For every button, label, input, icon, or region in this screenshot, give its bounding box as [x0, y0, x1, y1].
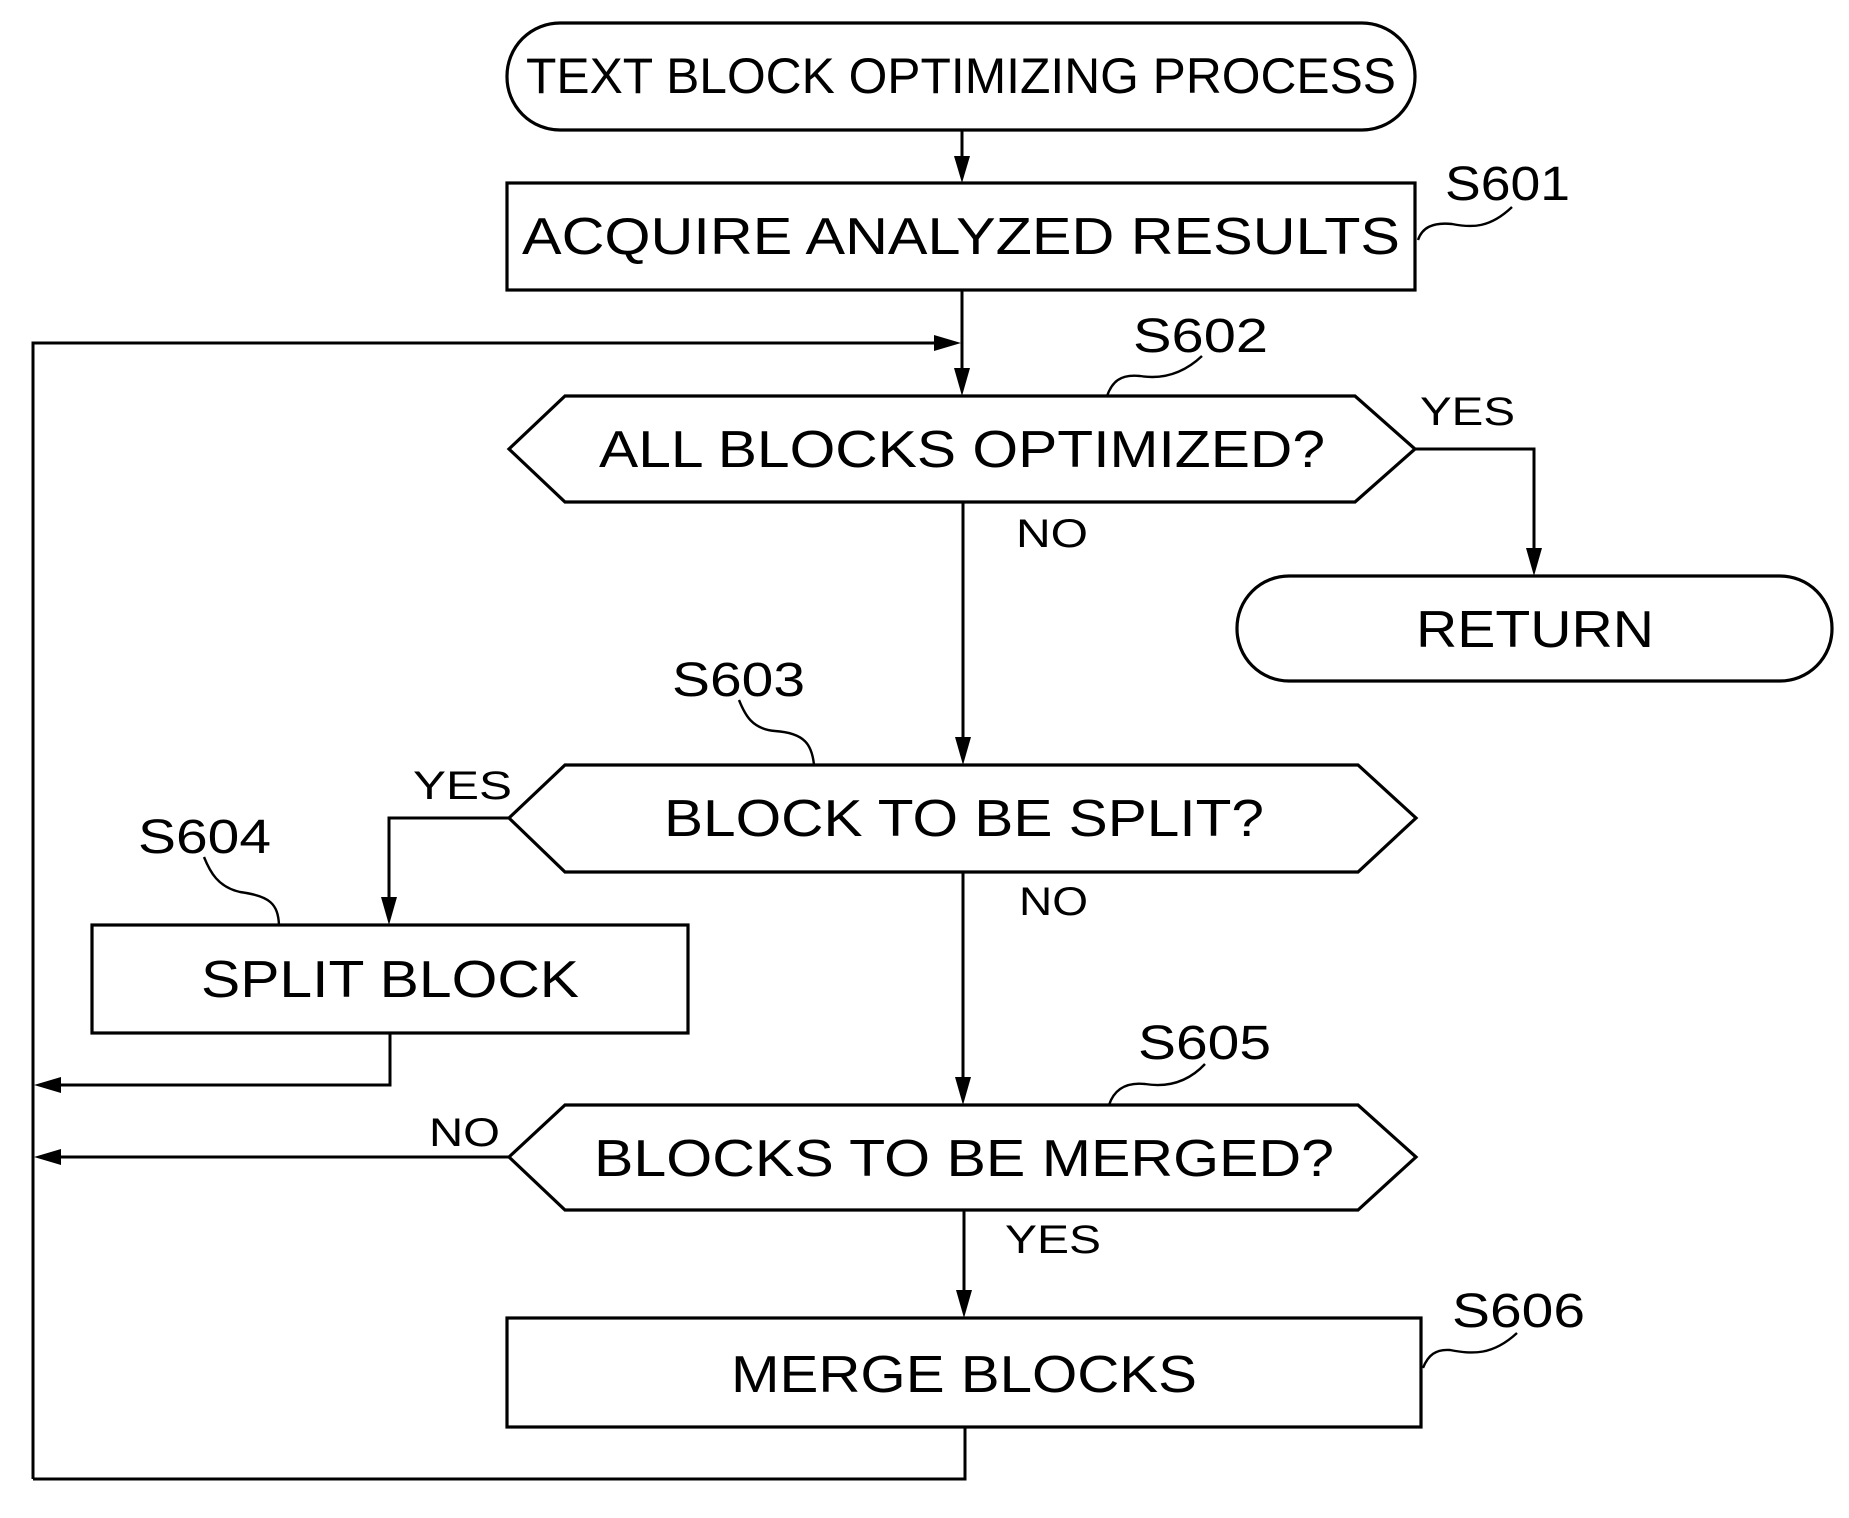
arrowhead-down-icon [954, 368, 970, 396]
leader-line-s606 [1421, 1332, 1518, 1369]
edge-s603-yes-to-s604 [387, 816, 509, 901]
branch-label-s602-no: NO [1016, 512, 1088, 556]
arrowhead-down-icon [1526, 548, 1542, 576]
node-s601-process: ACQUIRE ANALYZED RESULTS [505, 181, 1417, 292]
s602-label: ALL BLOCKS OPTIMIZED? [599, 421, 1325, 479]
leader-line-s605 [1107, 1063, 1206, 1106]
node-return-terminator: RETURN [1235, 574, 1834, 683]
node-start-terminator: TEXT BLOCK OPTIMIZING PROCESS [505, 21, 1417, 132]
s603-label: BLOCK TO BE SPLIT? [664, 790, 1264, 848]
s601-label: ACQUIRE ANALYZED RESULTS [522, 208, 1400, 266]
node-s602-decision: ALL BLOCKS OPTIMIZED? [506, 394, 1418, 504]
node-s605-decision: BLOCKS TO BE MERGED? [506, 1103, 1419, 1212]
edge-s602-yes-to-return [1415, 447, 1536, 552]
arrowhead-down-icon [955, 737, 971, 765]
leader-line-s604 [202, 856, 281, 926]
s605-label: BLOCKS TO BE MERGED? [594, 1130, 1334, 1188]
node-s604-process: SPLIT BLOCK [90, 923, 690, 1035]
start-label: TEXT BLOCK OPTIMIZING PROCESS [526, 48, 1396, 104]
branch-label-s605-no: NO [429, 1111, 500, 1155]
s606-label: MERGE BLOCKS [731, 1346, 1197, 1404]
leader-line-s603 [737, 699, 816, 766]
branch-label-s602-yes: YES [1420, 390, 1515, 434]
step-label-s602: S602 [1133, 310, 1268, 363]
s604-label: SPLIT BLOCK [201, 951, 579, 1009]
edge-s606-to-loop [33, 1427, 967, 1481]
node-s606-process: MERGE BLOCKS [505, 1316, 1423, 1429]
step-label-s601: S601 [1445, 158, 1570, 211]
return-label: RETURN [1416, 601, 1654, 659]
flowchart-canvas: TEXT BLOCK OPTIMIZING PROCESS ACQUIRE AN… [31, 21, 1834, 1481]
branch-label-s603-no: NO [1019, 880, 1088, 924]
leader-line-s601 [1416, 206, 1513, 241]
arrowhead-down-icon [954, 156, 970, 183]
branch-label-s605-yes: YES [1005, 1218, 1101, 1262]
arrowhead-down-icon [955, 1077, 971, 1105]
node-s603-decision: BLOCK TO BE SPLIT? [506, 763, 1419, 874]
step-label-s603: S603 [672, 654, 805, 707]
arrowhead-left-icon [34, 1077, 61, 1093]
arrowhead-down-icon [956, 1290, 972, 1318]
arrowhead-left-icon [34, 1149, 61, 1165]
step-label-s605: S605 [1138, 1017, 1271, 1070]
branch-label-s603-yes: YES [413, 764, 512, 808]
step-label-s604: S604 [138, 811, 271, 864]
arrowhead-down-icon [381, 897, 397, 925]
edge-s604-to-loop [57, 1033, 392, 1087]
step-label-s606: S606 [1452, 1285, 1585, 1338]
edge-loop-return-rail [31, 341, 938, 1479]
arrowhead-right-icon [934, 335, 961, 351]
